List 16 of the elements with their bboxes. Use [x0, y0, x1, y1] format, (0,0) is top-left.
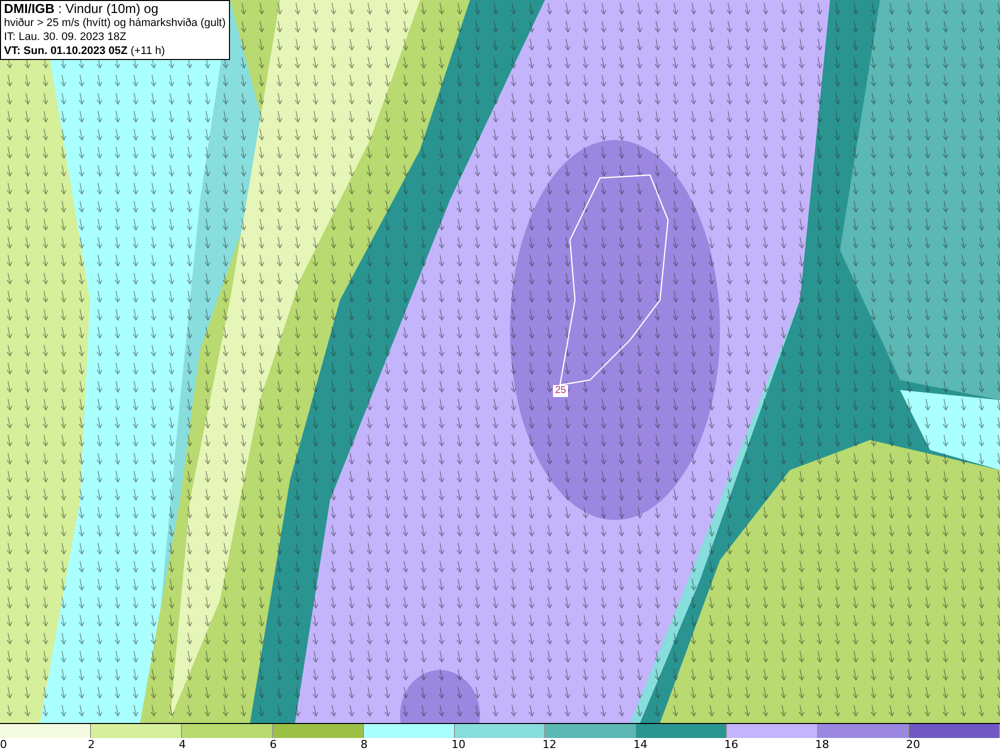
legend-tick-label: 12	[542, 738, 556, 751]
map-info-text: hviður > 25 m/s (hvítt) og hámarkshviða (gult)	[4, 16, 226, 30]
contour-label: 25	[553, 385, 568, 397]
legend-tick-label: 14	[633, 738, 648, 751]
legend-tick-label: 20	[906, 738, 920, 751]
legend-tick-label: 18	[815, 738, 830, 751]
map-info-text: IT: Lau. 30. 09. 2023 18Z	[4, 30, 128, 44]
legend-tick-label: 6	[270, 738, 277, 751]
legend-tick-label: 0	[0, 738, 7, 751]
map-info-text: VT: Sun. 01.10.2023 05Z (+11 h)	[4, 44, 166, 58]
legend-tick-label: 8	[360, 738, 368, 751]
map-title: DMI/IGB : Vindur (10m) og	[4, 2, 160, 16]
legend-tick-label: 10	[452, 738, 466, 751]
legend-tick-label: 2	[88, 738, 95, 751]
legend-tick-label: 4	[178, 738, 186, 751]
legend-tick-label: 16	[724, 738, 738, 751]
